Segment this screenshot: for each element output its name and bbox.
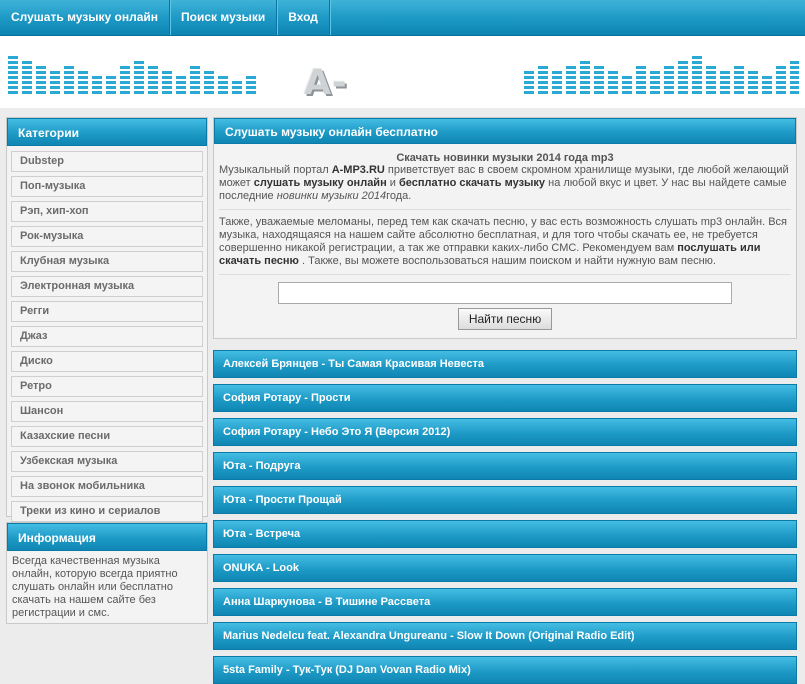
- intro-divider-2: [219, 274, 791, 275]
- info-text: Всегда качественная музыка онлайн, котор…: [12, 555, 178, 619]
- song-item[interactable]: Анна Шаркунова - В Тишине Рассвета: [213, 588, 797, 616]
- top-nav: Слушать музыку онлайн Поиск музыки Вход: [0, 0, 805, 36]
- category-rock[interactable]: Рок-музыка: [11, 226, 203, 247]
- category-disco[interactable]: Диско: [11, 351, 203, 372]
- info-title: Информация: [7, 523, 207, 551]
- nav-login[interactable]: Вход: [277, 0, 330, 35]
- category-uzbek[interactable]: Узбекская музыка: [11, 451, 203, 472]
- equalizer-right-icon: [524, 56, 799, 98]
- category-reggae[interactable]: Регги: [11, 301, 203, 322]
- intro-heading: Скачать новинки музыки 2014 года mp3: [396, 152, 614, 164]
- category-chanson[interactable]: Шансон: [11, 401, 203, 422]
- search-input[interactable]: [278, 282, 732, 304]
- category-kazakh[interactable]: Казахские песни: [11, 426, 203, 447]
- category-electronic[interactable]: Электронная музыка: [11, 276, 203, 297]
- song-item[interactable]: София Ротару - Небо Это Я (Версия 2012): [213, 418, 797, 446]
- intro-paragraph-2: Также, уважаемые меломаны, перед тем как…: [219, 216, 788, 267]
- category-club[interactable]: Клубная музыка: [11, 251, 203, 272]
- song-item[interactable]: Marius Nedelcu feat. Alexandra Ungureanu…: [213, 622, 797, 650]
- categories-panel: Категории Dubstep Поп-музыка Рэп, хип-хо…: [6, 117, 208, 522]
- category-pop[interactable]: Поп-музыка: [11, 176, 203, 197]
- category-ringtones[interactable]: На звонок мобильника: [11, 476, 203, 497]
- song-item[interactable]: Юта - Подруга: [213, 452, 797, 480]
- category-jazz[interactable]: Джаз: [11, 326, 203, 347]
- intro-title: Слушать музыку онлайн бесплатно: [214, 118, 796, 144]
- song-item[interactable]: 5sta Family - Тук-Тук (DJ Dan Vovan Radi…: [213, 656, 797, 684]
- site-header: A-MP3.RU: [0, 36, 805, 153]
- song-item[interactable]: София Ротару - Прости: [213, 384, 797, 412]
- category-rap[interactable]: Рэп, хип-хоп: [11, 201, 203, 222]
- category-retro[interactable]: Ретро: [11, 376, 203, 397]
- intro-paragraph-1: Музыкальный портал A-MP3.RU приветствует…: [219, 164, 789, 202]
- song-item[interactable]: Юта - Встреча: [213, 520, 797, 548]
- intro-panel: Слушать музыку онлайн бесплатно Скачать …: [213, 117, 797, 339]
- equalizer-left-icon: [8, 56, 258, 98]
- site-logo[interactable]: A-MP3.RU: [304, 58, 504, 153]
- categories-title: Категории: [7, 118, 207, 146]
- song-item[interactable]: Юта - Прости Прощай: [213, 486, 797, 514]
- song-item[interactable]: Алексей Брянцев - Ты Самая Красивая Неве…: [213, 350, 797, 378]
- intro-divider: [219, 209, 791, 210]
- category-soundtracks[interactable]: Треки из кино и сериалов: [11, 501, 203, 522]
- song-item[interactable]: ONUKA - Look: [213, 554, 797, 582]
- search-button[interactable]: Найти песню: [458, 308, 552, 330]
- nav-listen-online[interactable]: Слушать музыку онлайн: [0, 0, 171, 35]
- nav-search-music[interactable]: Поиск музыки: [170, 0, 278, 35]
- info-panel: Информация Всегда качественная музыка он…: [6, 522, 208, 624]
- category-dubstep[interactable]: Dubstep: [11, 151, 203, 172]
